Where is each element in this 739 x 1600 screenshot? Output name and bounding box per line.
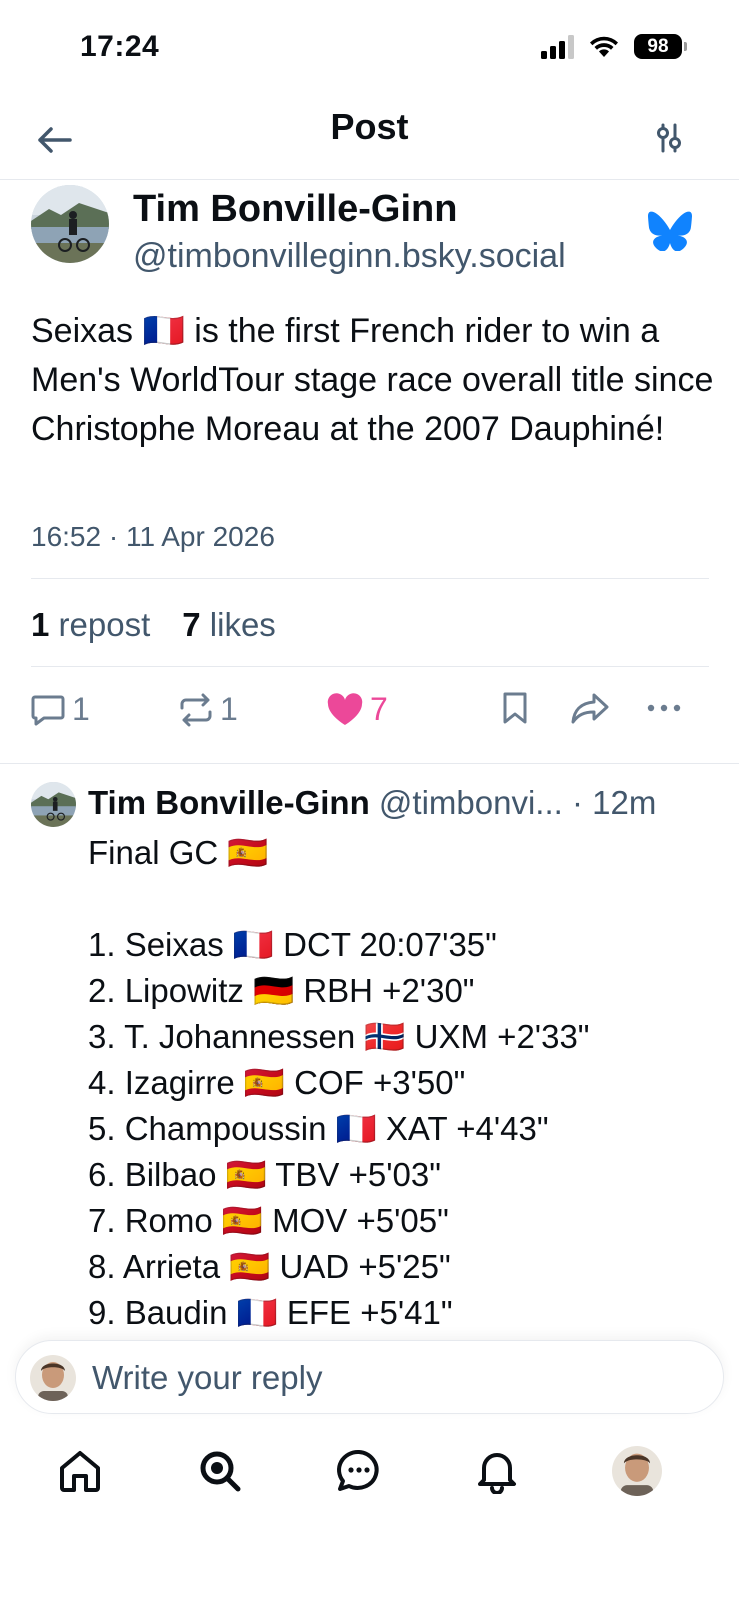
post-actions: 1 1 7	[0, 691, 739, 737]
author-avatar[interactable]	[31, 185, 109, 263]
home-icon	[60, 1451, 100, 1492]
speech-bubble-icon	[31, 695, 65, 725]
likes-count: 7	[182, 606, 201, 643]
likes-stat[interactable]: 7 likes	[182, 606, 276, 644]
ellipsis-icon	[647, 704, 681, 712]
reply-time: · 12m	[571, 784, 657, 821]
likes-label: likes	[209, 606, 276, 643]
more-options-button[interactable]	[646, 691, 682, 725]
reposts-count: 1	[31, 606, 50, 643]
reply-count: 1	[72, 691, 90, 727]
author-handle[interactable]: @timbonvilleginn.bsky.social	[133, 237, 566, 276]
like-button[interactable]: 7	[326, 691, 388, 728]
post-timestamp: 16:52 · 11 Apr 2026	[31, 521, 275, 552]
reply-author-name[interactable]: Tim Bonville-Ginn	[88, 784, 370, 821]
bell-icon	[478, 1453, 516, 1494]
engagement-stats: 1 repost 7 likes	[31, 606, 276, 644]
reply-input-placeholder[interactable]: Write your reply	[92, 1359, 322, 1397]
nav-profile[interactable]	[609, 1443, 665, 1499]
nav-search[interactable]	[192, 1443, 248, 1499]
divider	[31, 666, 709, 667]
repost-icon	[180, 693, 212, 726]
reply-meta: Tim Bonville-Ginn @timbonvi... · 12m	[88, 784, 656, 822]
reply-button[interactable]: 1	[30, 691, 90, 728]
reposts-stat[interactable]: 1 repost	[31, 606, 150, 644]
wifi-icon	[590, 36, 618, 57]
nav-notifications[interactable]	[469, 1443, 525, 1499]
nav-chat[interactable]	[331, 1443, 387, 1499]
reposts-label: repost	[58, 606, 151, 643]
battery-indicator: 98	[634, 34, 687, 59]
battery-level: 98	[634, 34, 682, 59]
like-count: 7	[370, 691, 388, 727]
repost-count: 1	[220, 691, 238, 727]
author-name[interactable]: Tim Bonville-Ginn	[133, 188, 457, 231]
reply-text: Final GC 🇪🇸 1. Seixas 🇫🇷 DCT 20:07'35" 2…	[88, 834, 590, 1331]
status-bar: 17:24 98	[0, 0, 739, 100]
divider	[0, 763, 739, 764]
status-time: 17:24	[80, 30, 160, 63]
status-indicators: 98	[541, 34, 687, 59]
user-avatar	[30, 1355, 76, 1401]
repost-button[interactable]: 1	[178, 691, 238, 728]
bookmark-icon	[503, 692, 527, 724]
profile-avatar	[612, 1446, 662, 1496]
post-text: Seixas 🇫🇷 is the first French rider to w…	[31, 312, 714, 448]
divider	[31, 578, 709, 579]
bookmark-button[interactable]	[500, 691, 530, 725]
nav-home[interactable]	[52, 1443, 108, 1499]
chat-icon	[337, 1449, 379, 1491]
search-icon	[200, 1451, 241, 1492]
reply-composer[interactable]: Write your reply	[15, 1340, 724, 1414]
bottom-navigation	[0, 1425, 739, 1600]
reply-author-avatar[interactable]	[31, 782, 76, 827]
share-arrow-icon	[571, 693, 609, 724]
cellular-signal-icon	[541, 34, 574, 59]
heart-icon	[327, 692, 363, 725]
share-button[interactable]	[570, 691, 610, 725]
reply-post[interactable]: Tim Bonville-Ginn @timbonvi... · 12m Fin…	[0, 780, 739, 1340]
page-title: Post	[330, 106, 409, 147]
reply-author-handle[interactable]: @timbonvi...	[379, 784, 563, 821]
bluesky-butterfly-icon	[647, 211, 693, 251]
